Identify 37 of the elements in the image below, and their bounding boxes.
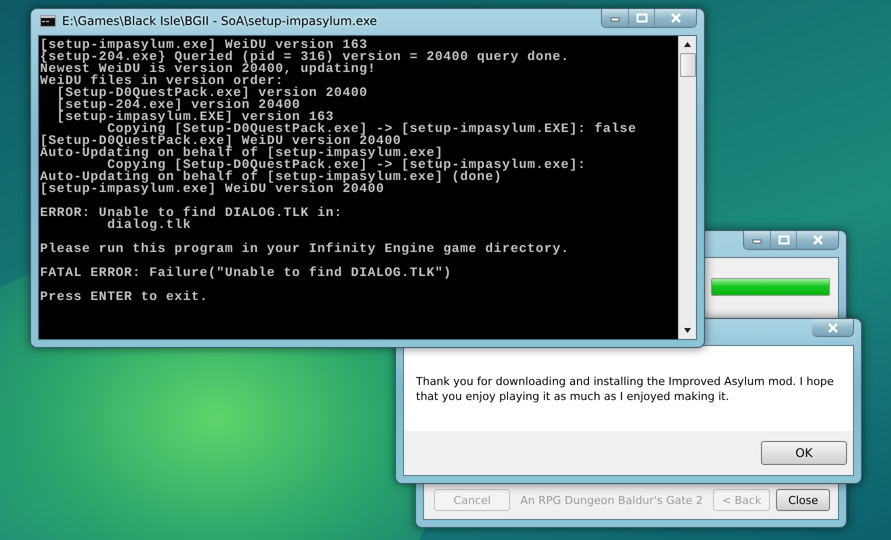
- close-button[interactable]: [796, 231, 838, 249]
- console-line: Please run this program in your Infinity Engine game directory.: [40, 243, 570, 255]
- close-icon: [812, 235, 824, 245]
- console-line: [Setup-D0QuestPack.exe] WeiDU version 20400: [40, 135, 402, 147]
- console-line: [setup-impasylum.EXE] version 163: [56, 111, 334, 123]
- close-icon: [670, 13, 682, 23]
- maximize-button[interactable]: [770, 231, 796, 249]
- close-button[interactable]: [812, 319, 854, 337]
- window-title: E:\Games\Black Isle\BGII - SoA\setup-impasylum.exe: [62, 14, 378, 28]
- console-line: Press ENTER to exit.: [40, 291, 210, 303]
- branding-text: An RPG Dungeon Baldur's Gate 2: [520, 494, 703, 506]
- message-text: Thank you for downloading and installing the Improved Asylum mod. I hope that you enjoy playing it as much as I enjoyed making it.: [416, 374, 835, 404]
- scroll-thumb[interactable]: [680, 53, 696, 77]
- console-icon: [40, 15, 56, 27]
- console-line: [setup-204.exe] version 20400: [56, 99, 302, 111]
- maximize-icon: [778, 235, 790, 245]
- console-line: Newest WeiDU is version 20400, updating!: [40, 63, 378, 75]
- console-line: [setup-impasylum.exe] WeiDU version 163: [40, 39, 368, 51]
- console-line: ERROR: Unable to find DIALOG.TLK in:: [40, 207, 344, 219]
- maximize-icon: [636, 13, 648, 23]
- console-line: Copying [Setup-D0QuestPack.exe] -> [setup-impasylum.EXE]: false: [107, 123, 638, 135]
- minimize-button[interactable]: [602, 9, 628, 27]
- console-line: Auto-Updating on behalf of [setup-impasylum.exe] (done): [40, 171, 502, 183]
- close-icon: [826, 322, 838, 332]
- console-line: [Setup-D0QuestPack.exe] version 20400: [56, 87, 369, 99]
- console-line: WeiDU files in version order:: [40, 75, 284, 87]
- maximize-button[interactable]: [628, 9, 654, 27]
- console-line: FATAL ERROR: Failure("Unable to find DIALOG.TLK"): [40, 267, 453, 279]
- console-line: Copying [Setup-D0QuestPack.exe] -> [setup-impasylum.exe]:: [107, 159, 588, 171]
- close-button[interactable]: [654, 9, 696, 27]
- ok-button[interactable]: OK: [761, 441, 847, 465]
- console-line: [setup-impasylum.exe] WeiDU version 20400: [40, 183, 384, 195]
- console-line: {setup-204.exe} Queried (pid = 316) version = 20400 query done.: [40, 51, 570, 63]
- minimize-button[interactable]: [744, 231, 770, 249]
- console-line: Auto-Updating on behalf of [setup-impasylum.exe]: [40, 147, 444, 159]
- close-dialog-button[interactable]: Close: [776, 489, 830, 511]
- console-line: dialog.tlk: [106, 219, 192, 231]
